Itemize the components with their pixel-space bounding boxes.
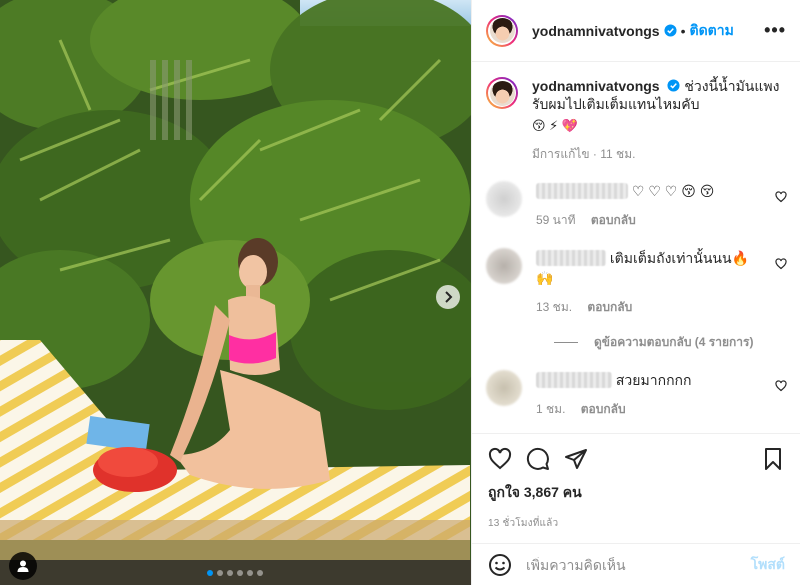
- commenter-avatar[interactable]: [486, 370, 522, 406]
- posted-time[interactable]: 13 ชั่วโมงที่แล้ว: [488, 516, 785, 531]
- heart-icon[interactable]: [775, 191, 787, 203]
- tagged-users-button[interactable]: [9, 552, 37, 580]
- heart-icon[interactable]: [775, 380, 787, 392]
- avatar[interactable]: [486, 14, 518, 47]
- comment-item: สวยมากกกก 1 ชม. ตอบกลับ: [486, 370, 787, 419]
- commenter-name-blurred[interactable]: [536, 183, 628, 199]
- comment-time: 13 ชม.: [536, 300, 573, 314]
- bookmark-icon: [765, 448, 781, 470]
- comment-text: สวยมากกกก: [615, 372, 692, 388]
- post-caption: yodnamnivatvongs ช่วงนี้น้ำมันแพง รับผมไ…: [486, 77, 787, 163]
- verified-badge-icon: [664, 24, 677, 37]
- carousel-dot: [227, 570, 233, 576]
- add-comment-bar: โพสต์: [472, 543, 800, 585]
- next-slide-button[interactable]: [436, 285, 460, 309]
- emoji-button[interactable]: [488, 553, 512, 577]
- post-actions: ถูกใจ 3,867 คน 13 ชั่วโมงที่แล้ว: [472, 433, 800, 543]
- comment-button[interactable]: [526, 447, 550, 471]
- reply-button[interactable]: ตอบกลับ: [587, 300, 632, 314]
- view-replies-button[interactable]: ดูข้อความตอบกลับ (4 รายการ): [554, 333, 787, 352]
- caption-emojis: 😚 ⚡ 💖: [532, 118, 579, 133]
- username-link[interactable]: yodnamnivatvongs: [532, 23, 660, 39]
- save-button[interactable]: [761, 447, 785, 471]
- chevron-right-icon: [445, 291, 453, 303]
- reply-button[interactable]: ตอบกลับ: [581, 402, 626, 416]
- comment-item: ♡ ♡ ♡ 😚 😚 59 นาที ตอบกลับ: [486, 181, 787, 230]
- caption-username[interactable]: yodnamnivatvongs: [532, 78, 660, 94]
- user-tag-icon: [17, 560, 29, 572]
- comment-icon: [526, 447, 549, 470]
- carousel-indicator: [207, 570, 263, 576]
- post-photo[interactable]: [0, 0, 471, 585]
- comment-text: เติมเต็มถังเท่านั้นนน🔥: [609, 250, 750, 266]
- comments-list[interactable]: yodnamnivatvongs ช่วงนี้น้ำมันแพง รับผมไ…: [472, 63, 800, 433]
- commenter-avatar[interactable]: [486, 248, 522, 284]
- comment-item: เติมเต็มถังเท่านั้นนน🔥 🙌 13 ชม. ตอบกลับ: [486, 248, 787, 317]
- carousel-dot: [237, 570, 243, 576]
- comment-time: 1 ชม.: [536, 402, 566, 416]
- caption-avatar[interactable]: [486, 77, 518, 109]
- follow-button[interactable]: ติดตาม: [690, 20, 734, 42]
- carousel-dot: [217, 570, 223, 576]
- comment-time: 59 นาที: [536, 213, 576, 227]
- photo-scene: [0, 0, 471, 585]
- share-button[interactable]: [564, 447, 588, 471]
- comment-text: ♡ ♡ ♡ 😚 😚: [631, 183, 715, 199]
- commenter-avatar[interactable]: [486, 181, 522, 217]
- reply-button[interactable]: ตอบกลับ: [591, 213, 636, 227]
- likes-count[interactable]: ถูกใจ 3,867 คน: [488, 482, 785, 504]
- like-button[interactable]: [488, 447, 512, 471]
- share-icon: [565, 449, 587, 469]
- more-options-button[interactable]: •••: [764, 20, 786, 41]
- heart-icon[interactable]: [775, 258, 787, 270]
- verified-badge-icon: [667, 79, 681, 92]
- commenter-name-blurred[interactable]: [536, 250, 606, 266]
- heart-icon: [488, 447, 512, 470]
- post-header: yodnamnivatvongs • ติดตาม •••: [472, 0, 800, 62]
- emoji-icon: [489, 553, 511, 576]
- carousel-dot: [207, 570, 213, 576]
- comment-input[interactable]: [526, 556, 751, 573]
- caption-meta: มีการแก้ไข · 11 ชม.: [532, 147, 636, 161]
- commenter-name-blurred[interactable]: [536, 372, 612, 388]
- post-side-panel: yodnamnivatvongs • ติดตาม ••• yodnamniva…: [471, 0, 800, 585]
- carousel-dot: [257, 570, 263, 576]
- carousel-dot: [247, 570, 253, 576]
- post-comment-button[interactable]: โพสต์: [751, 554, 785, 576]
- separator-dot: •: [680, 22, 686, 39]
- comment-text-line2: 🙌: [536, 270, 554, 286]
